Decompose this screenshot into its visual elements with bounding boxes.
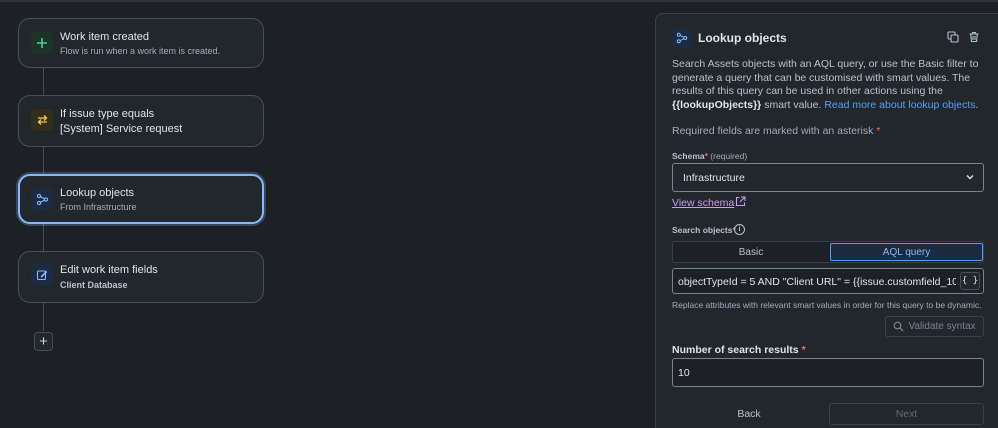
search-objects-label: Search objects*	[672, 225, 736, 235]
node-title: Edit work item fields	[60, 264, 158, 276]
smart-value-code: {{lookupObjects}}	[672, 98, 762, 111]
node-subtitle: Flow is run when a work item is created.	[60, 46, 221, 56]
panel-description: Search Assets objects with an AQL query,…	[672, 58, 979, 111]
aql-query-value: objectTypeId = 5 AND "Client URL" = {{is…	[678, 276, 956, 288]
flow-node-lookup-objects[interactable]: Lookup objects From Infrastructure	[18, 174, 264, 224]
aql-query-input[interactable]: objectTypeId = 5 AND "Client URL" = {{is…	[672, 268, 984, 294]
tab-aql-query[interactable]: AQL query	[830, 243, 983, 261]
edit-icon	[31, 264, 53, 286]
info-icon[interactable]: i	[734, 224, 745, 235]
config-panel: Lookup objects Search Assets objects wit…	[655, 13, 998, 428]
search-results-value: 10	[678, 367, 690, 379]
flow-node-condition[interactable]: If issue type equals [System] Service re…	[18, 95, 264, 147]
next-button[interactable]: Next	[829, 403, 984, 425]
delete-button[interactable]	[967, 30, 981, 44]
search-results-input[interactable]: 10	[672, 358, 984, 387]
external-link-icon[interactable]	[735, 196, 746, 207]
node-subtitle: From Infrastructure	[60, 202, 137, 212]
tab-basic[interactable]: Basic	[674, 243, 828, 261]
duplicate-button[interactable]	[946, 30, 960, 44]
plus-icon: +	[39, 333, 48, 350]
smart-values-button[interactable]: { }	[960, 272, 980, 290]
view-schema-link[interactable]: View schema	[672, 197, 734, 209]
schema-select[interactable]: Infrastructure	[672, 163, 984, 192]
query-helper-text: Replace attributes with relevant smart v…	[672, 300, 982, 310]
node-subtitle: [System] Service request	[60, 123, 183, 135]
read-more-link[interactable]: Read more about lookup objects	[824, 99, 975, 111]
add-step-button[interactable]: +	[34, 332, 53, 351]
schema-label: Schema* (required)	[672, 151, 748, 161]
required-fields-note: Required fields are marked with an aster…	[672, 125, 881, 137]
lookup-objects-icon	[672, 28, 692, 48]
duplicate-icon	[947, 31, 959, 43]
panel-title: Lookup objects	[698, 31, 787, 45]
validate-syntax-label: Validate syntax	[908, 321, 976, 332]
node-subtitle: Client Database	[60, 280, 128, 290]
back-button[interactable]: Back	[672, 403, 826, 425]
required-asterisk: *	[876, 125, 881, 137]
top-divider	[0, 0, 998, 2]
plus-icon	[31, 32, 53, 54]
node-title: Lookup objects	[60, 187, 134, 199]
lookup-objects-icon	[31, 188, 53, 210]
validate-syntax-button[interactable]: Validate syntax	[885, 316, 984, 337]
schema-select-value: Infrastructure	[683, 172, 745, 184]
flow-node-edit-fields[interactable]: Edit work item fields Client Database	[18, 251, 264, 303]
node-title: Work item created	[60, 31, 150, 43]
swap-arrows-icon	[31, 109, 53, 131]
search-results-label: Number of search results *	[672, 344, 806, 356]
trash-icon	[969, 31, 979, 43]
search-mode-toggle: Basic AQL query	[672, 241, 984, 263]
node-title: If issue type equals	[60, 108, 155, 120]
chevron-down-icon	[966, 175, 974, 180]
search-icon	[894, 321, 904, 332]
flow-node-trigger[interactable]: Work item created Flow is run when a wor…	[18, 18, 264, 68]
